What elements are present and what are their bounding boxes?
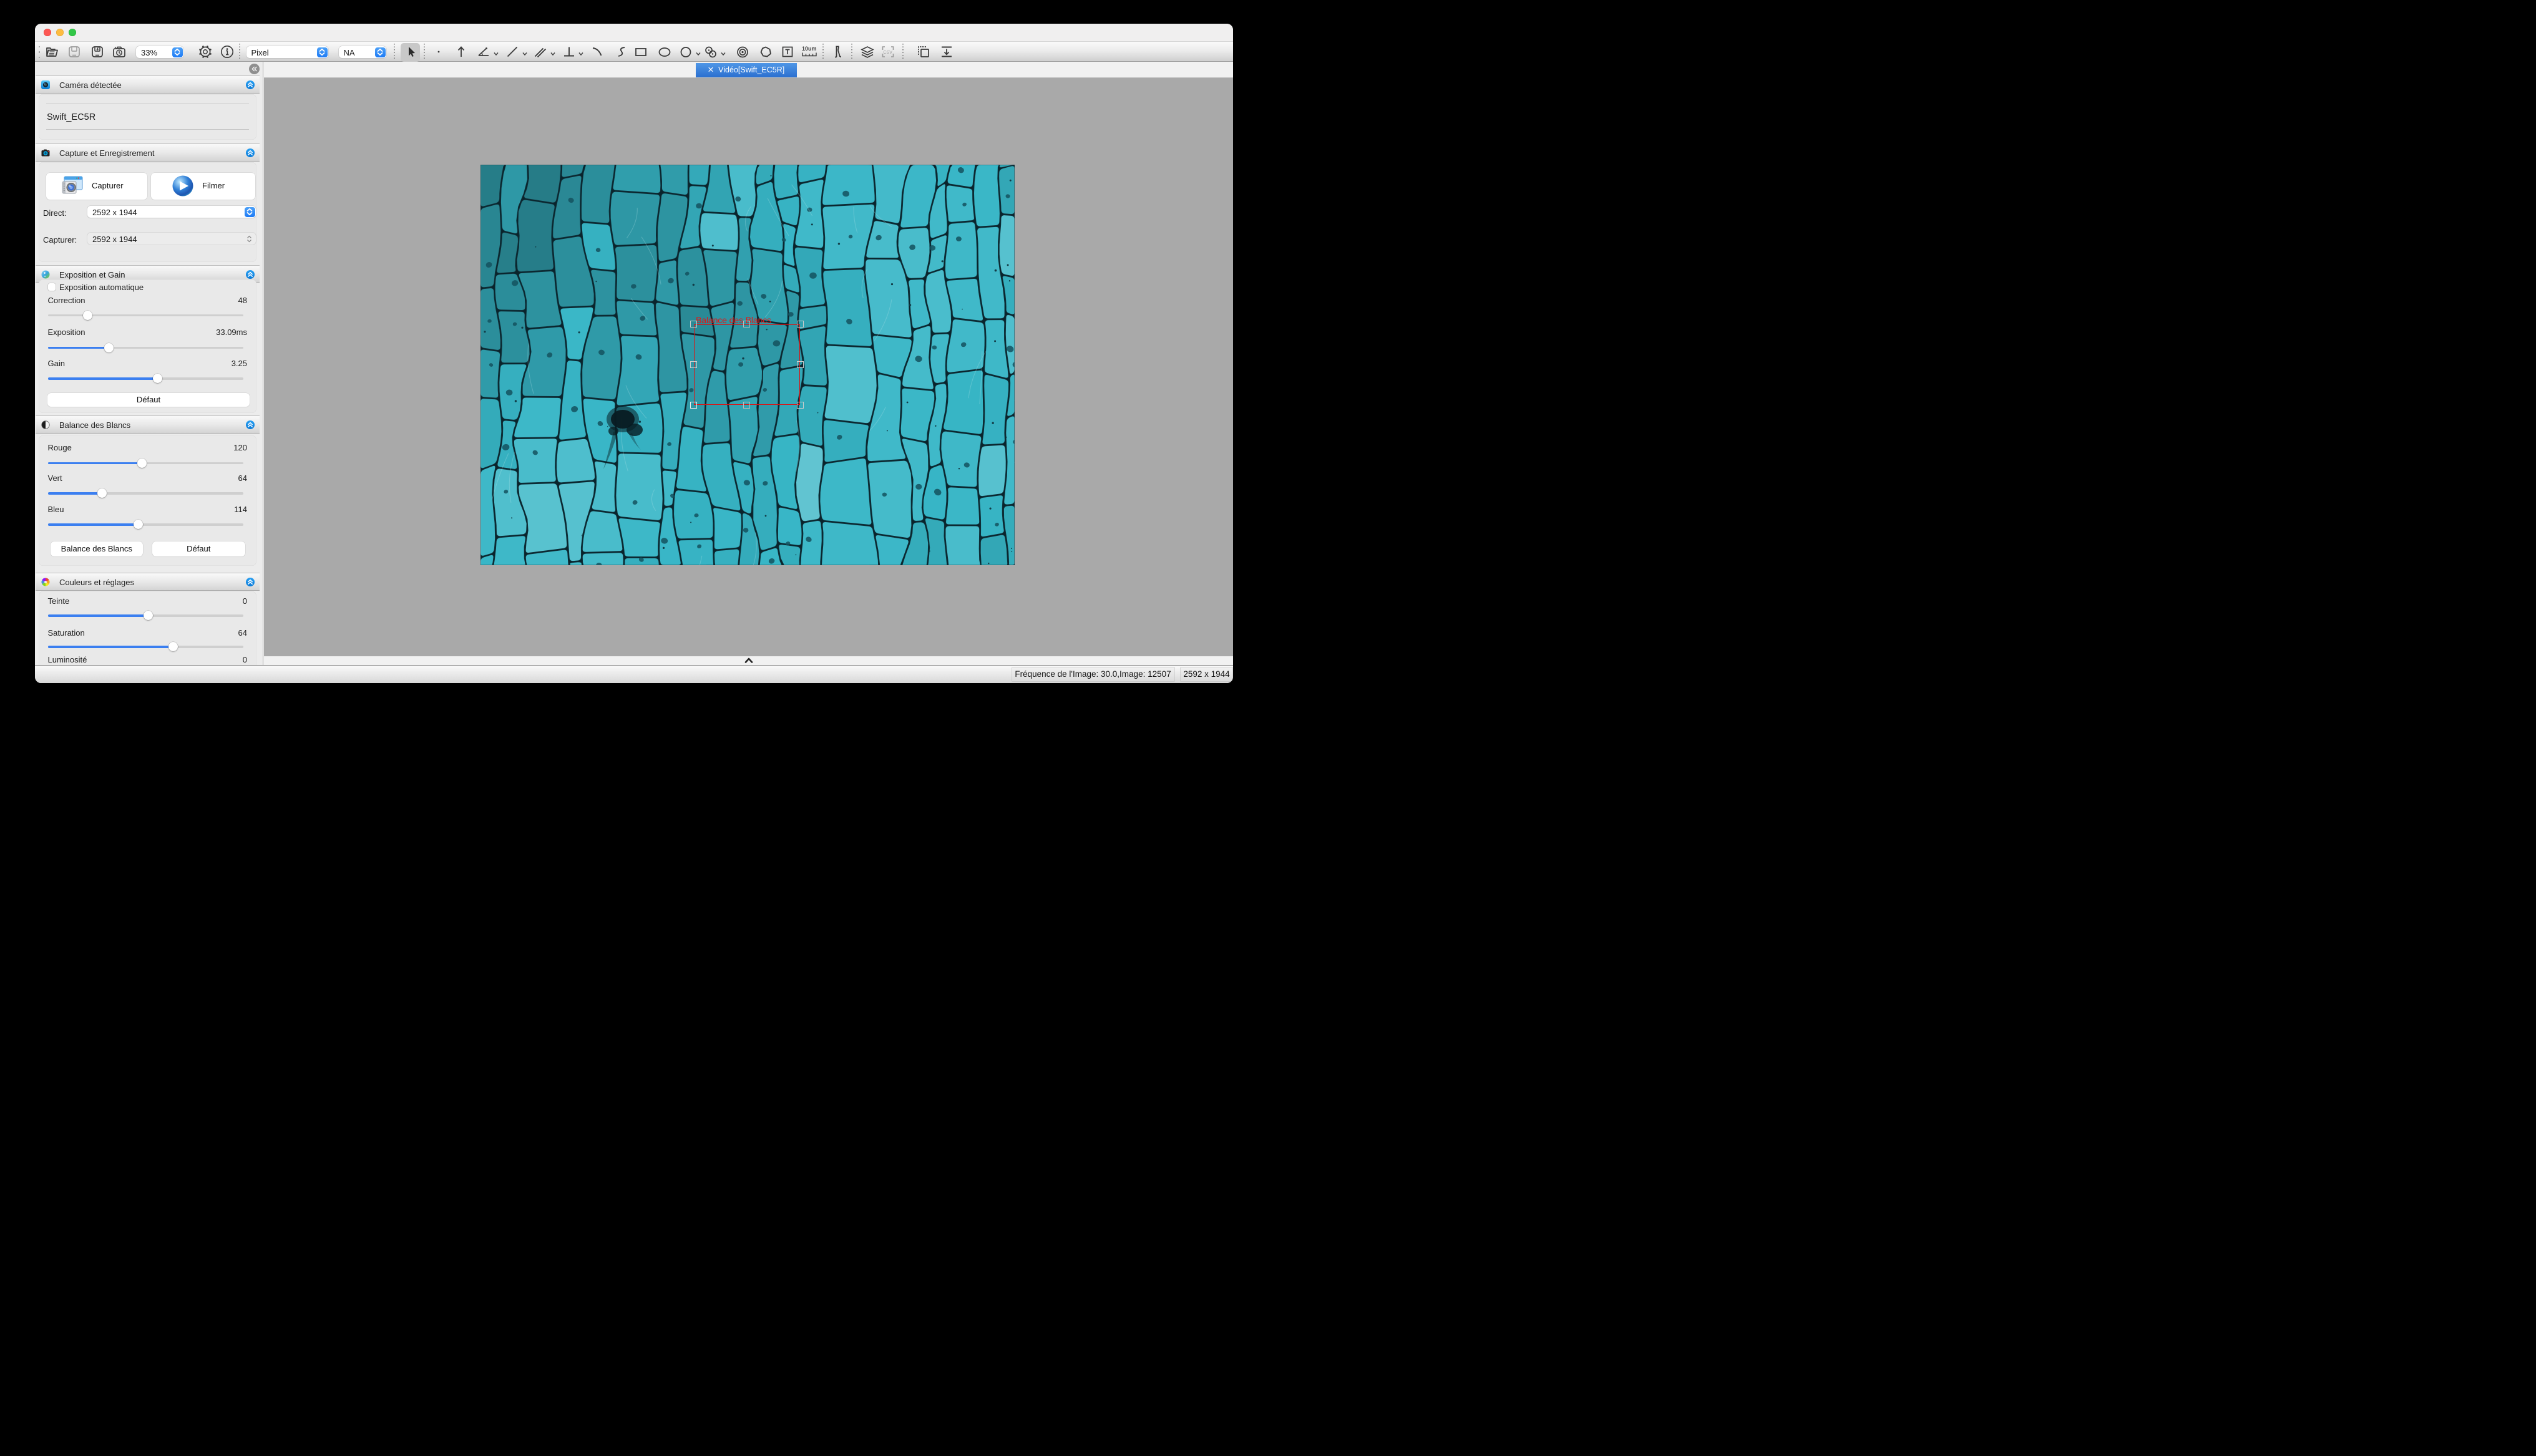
svg-text:10um: 10um	[802, 46, 817, 52]
svg-text:CSV: CSV	[884, 51, 893, 55]
